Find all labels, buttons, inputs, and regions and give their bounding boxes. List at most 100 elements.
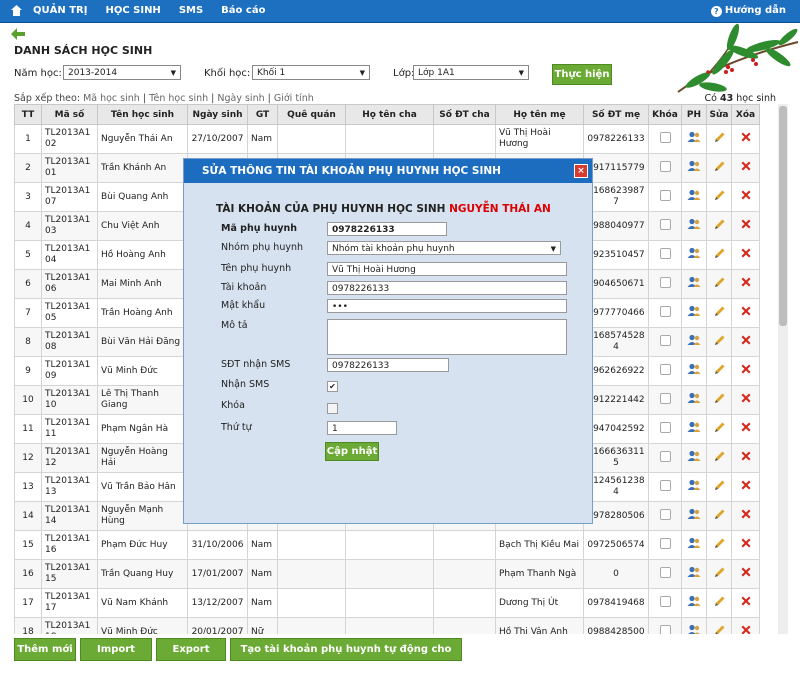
sort-option-1[interactable]: Tên học sinh (149, 93, 208, 104)
pencil-icon[interactable] (713, 276, 726, 289)
pencil-icon[interactable] (713, 363, 726, 376)
parent-users-icon[interactable] (687, 131, 701, 143)
pencil-icon[interactable] (713, 305, 726, 318)
lock-checkbox[interactable] (659, 479, 671, 491)
delete-x-icon[interactable] (740, 334, 752, 346)
pencil-icon[interactable] (713, 479, 726, 492)
class-select[interactable]: Lớp 1A1 ▼ (413, 65, 529, 80)
lock-checkbox[interactable] (659, 421, 671, 433)
delete-x-icon[interactable] (740, 450, 752, 462)
delete-x-icon[interactable] (740, 189, 752, 201)
parent-users-icon[interactable] (687, 276, 701, 288)
sms-phone-input[interactable]: 0978226133 (327, 358, 449, 372)
nav-item-2[interactable]: SMS (179, 0, 203, 22)
password-input[interactable]: ••• (327, 299, 567, 313)
execute-button[interactable]: Thực hiện (552, 64, 612, 85)
lock-checkbox[interactable] (659, 189, 671, 201)
delete-x-icon[interactable] (740, 160, 752, 172)
delete-x-icon[interactable] (740, 218, 752, 230)
pencil-icon[interactable] (713, 508, 726, 521)
scrollbar-thumb[interactable] (779, 106, 787, 326)
delete-x-icon[interactable] (740, 305, 752, 317)
nav-item-3[interactable]: Báo cáo (221, 0, 265, 22)
lock-checkbox[interactable] (659, 363, 671, 375)
pencil-icon[interactable] (713, 566, 726, 579)
lock-checkbox[interactable] (659, 276, 671, 288)
lock-checkbox[interactable] (659, 595, 671, 607)
lock-checkbox[interactable] (659, 537, 671, 549)
parent-users-icon[interactable] (687, 421, 701, 433)
parent-users-icon[interactable] (687, 595, 701, 607)
lock-checkbox[interactable] (659, 160, 671, 172)
sort-option-3[interactable]: Giới tính (274, 93, 314, 104)
parent-group-select[interactable]: Nhóm tài khoản phụ huynh ▼ (327, 241, 561, 255)
export-excel-button[interactable]: Export Excel (156, 638, 226, 676)
parent-users-icon[interactable] (687, 305, 701, 317)
lock-checkbox[interactable] (659, 218, 671, 230)
parent-users-icon[interactable] (687, 508, 701, 520)
pencil-icon[interactable] (713, 537, 726, 550)
pencil-icon[interactable] (713, 450, 726, 463)
parent-users-icon[interactable] (687, 218, 701, 230)
pencil-icon[interactable] (713, 131, 726, 144)
auto-create-accounts-button[interactable]: Tạo tài khoản phụ huynh tự động cho lớp … (230, 638, 462, 676)
parent-users-icon[interactable] (687, 247, 701, 259)
parent-users-icon[interactable] (687, 479, 701, 491)
parent-name-input[interactable]: Vũ Thị Hoài Hương (327, 262, 567, 276)
parent-users-icon[interactable] (687, 334, 701, 346)
pencil-icon[interactable] (713, 218, 726, 231)
pencil-icon[interactable] (713, 160, 726, 173)
lock-checkbox[interactable] (659, 450, 671, 462)
grade-select[interactable]: Khối 1 ▼ (252, 65, 370, 80)
delete-x-icon[interactable] (740, 508, 752, 520)
delete-x-icon[interactable] (740, 566, 752, 578)
delete-x-icon[interactable] (740, 595, 752, 607)
delete-x-icon[interactable] (740, 363, 752, 375)
parent-code-input[interactable]: 0978226133 (327, 222, 447, 236)
nav-item-1[interactable]: HỌC SINH (105, 0, 160, 22)
sort-option-2[interactable]: Ngày sinh (217, 93, 264, 104)
delete-x-icon[interactable] (740, 131, 752, 143)
pencil-icon[interactable] (713, 595, 726, 608)
import-excel-button[interactable]: Import Excel (80, 638, 152, 676)
parent-users-icon[interactable] (687, 363, 701, 375)
update-button[interactable]: Cập nhật (325, 442, 379, 461)
delete-x-icon[interactable] (740, 247, 752, 259)
home-icon[interactable] (10, 4, 23, 17)
sort-option-0[interactable]: Mã học sinh (83, 93, 140, 104)
back-arrow-icon[interactable] (11, 28, 25, 40)
lock-checkbox[interactable] (659, 305, 671, 317)
close-icon[interactable]: × (574, 164, 588, 178)
delete-x-icon[interactable] (740, 479, 752, 491)
delete-x-icon[interactable] (740, 421, 752, 433)
pencil-icon[interactable] (713, 334, 726, 347)
pencil-icon[interactable] (713, 421, 726, 434)
parent-users-icon[interactable] (687, 450, 701, 462)
lock-checkbox[interactable] (659, 566, 671, 578)
description-textarea[interactable] (327, 319, 567, 355)
parent-users-icon[interactable] (687, 189, 701, 201)
pencil-icon[interactable] (713, 189, 726, 202)
delete-x-icon[interactable] (740, 276, 752, 288)
lock-checkbox[interactable] (659, 508, 671, 520)
lock-checkbox[interactable] (659, 334, 671, 346)
nav-item-0[interactable]: QUẢN TRỊ (33, 0, 87, 22)
pencil-icon[interactable] (713, 247, 726, 260)
add-new-button[interactable]: Thêm mới (14, 638, 76, 661)
lock-checkbox[interactable] (659, 247, 671, 259)
receive-sms-checkbox[interactable]: ✔ (327, 381, 338, 392)
account-input[interactable]: 0978226133 (327, 281, 567, 295)
lock-checkbox[interactable] (659, 392, 671, 404)
year-select[interactable]: 2013-2014 ▼ (63, 65, 181, 80)
parent-users-icon[interactable] (687, 537, 701, 549)
parent-users-icon[interactable] (687, 392, 701, 404)
delete-x-icon[interactable] (740, 537, 752, 549)
pencil-icon[interactable] (713, 392, 726, 405)
order-input[interactable]: 1 (327, 421, 397, 435)
parent-users-icon[interactable] (687, 566, 701, 578)
delete-x-icon[interactable] (740, 392, 752, 404)
lock-checkbox[interactable] (327, 403, 338, 414)
lock-checkbox[interactable] (659, 131, 671, 143)
help-link[interactable]: ? Hướng dẫn (710, 0, 786, 22)
parent-users-icon[interactable] (687, 160, 701, 172)
